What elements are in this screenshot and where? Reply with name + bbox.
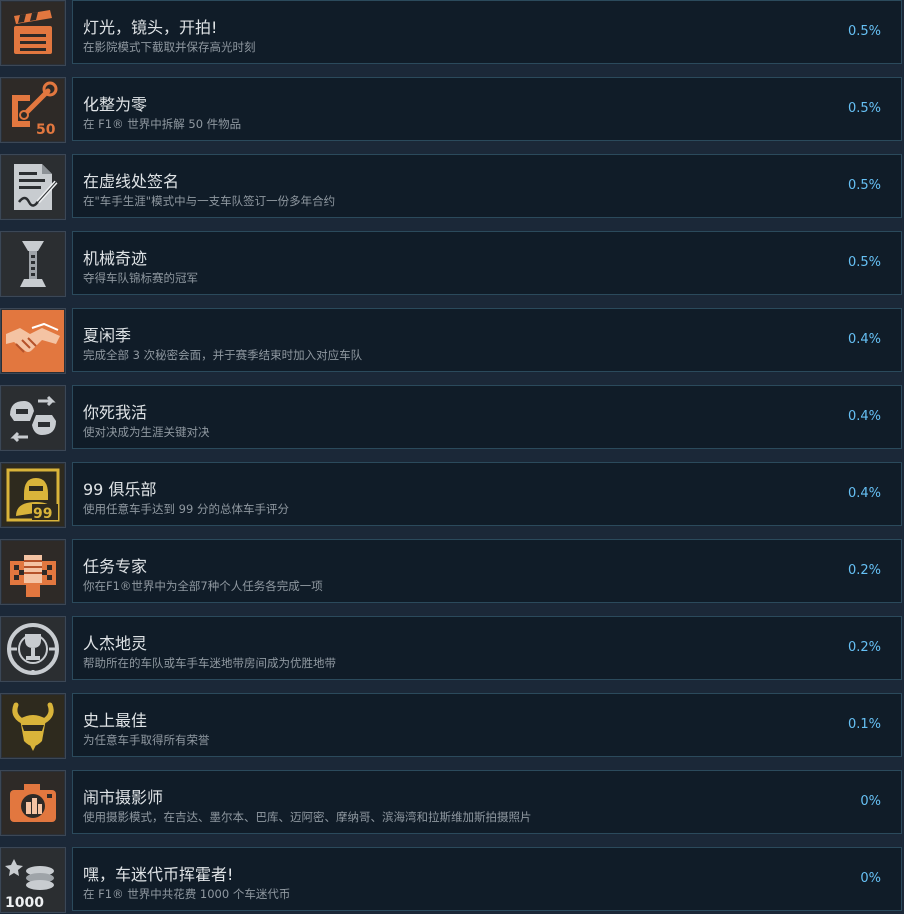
- achievement-row: 在虚线处签名 在"车手生涯"模式中与一支车队签订一份多年合约 0.5%: [0, 154, 904, 220]
- fist-flag-icon: [0, 539, 66, 605]
- achievement-description: 完成全部 3 次秘密会面，并于赛季结束时加入对应车队: [83, 348, 363, 362]
- achievement-panel: 机械奇迹 夺得车队锦标赛的冠军 0.5%: [72, 231, 902, 295]
- helmets-duel-icon: [0, 385, 66, 451]
- achievement-title: 机械奇迹: [83, 249, 148, 268]
- achievement-description: 在"车手生涯"模式中与一支车队签订一份多年合约: [83, 194, 336, 208]
- achievement-row: 任务专家 你在F1®世界中为全部7种个人任务各完成一项 0.2%: [0, 539, 904, 605]
- achievement-title: 任务专家: [83, 557, 148, 576]
- achievement-panel: 在虚线处签名 在"车手生涯"模式中与一支车队签订一份多年合约 0.5%: [72, 154, 902, 218]
- driver-99-icon: 99: [0, 462, 66, 528]
- achievement-row: 闹市摄影师 使用摄影模式，在吉达、墨尔本、巴库、迈阿密、摩纳哥、滨海湾和拉斯维加…: [0, 770, 904, 836]
- achievement-panel: 嘿，车迷代币挥霍者! 在 F1® 世界中共花费 1000 个车迷代币 0%: [72, 847, 902, 911]
- svg-text:50: 50: [36, 122, 56, 138]
- achievement-unlock-percent: 0.1%: [847, 717, 881, 732]
- handshake-icon: [0, 308, 66, 374]
- achievement-description: 在 F1® 世界中拆解 50 件物品: [83, 117, 242, 131]
- achievement-description: 你在F1®世界中为全部7种个人任务各完成一项: [83, 579, 323, 593]
- wrench-50-icon: 50: [0, 77, 66, 143]
- achievement-row: 你死我活 使对决成为生涯关键对决 0.4%: [0, 385, 904, 451]
- achievement-panel: 人杰地灵 帮助所在的车队或车手车迷地带房间成为优胜地带 0.2%: [72, 616, 902, 680]
- achievement-title: 在虚线处签名: [83, 172, 180, 191]
- achievement-unlock-percent: 0.5%: [847, 24, 881, 39]
- achievement-panel: 夏闲季 完成全部 3 次秘密会面，并于赛季结束时加入对应车队 0.4%: [72, 308, 902, 372]
- camera-city-icon: [0, 770, 66, 836]
- achievement-row: 史上最佳 为任意车手取得所有荣誉 0.1%: [0, 693, 904, 759]
- achievement-row: 99 99 俱乐部 使用任意车手达到 99 分的总体车手评分 0.4%: [0, 462, 904, 528]
- achievement-unlock-percent: 0.2%: [847, 563, 881, 578]
- achievement-panel: 化整为零 在 F1® 世界中拆解 50 件物品 0.5%: [72, 77, 902, 141]
- achievement-row: 人杰地灵 帮助所在的车队或车手车迷地带房间成为优胜地带 0.2%: [0, 616, 904, 682]
- achievement-title: 灯光，镜头，开拍!: [83, 18, 218, 37]
- achievement-description: 帮助所在的车队或车手车迷地带房间成为优胜地带: [83, 656, 336, 670]
- achievement-description: 在 F1® 世界中共花费 1000 个车迷代币: [83, 887, 291, 901]
- achievement-description: 为任意车手取得所有荣誉: [83, 733, 210, 747]
- achievement-panel: 99 俱乐部 使用任意车手达到 99 分的总体车手评分 0.4%: [72, 462, 902, 526]
- achievement-title: 人杰地灵: [83, 634, 148, 653]
- contract-sign-icon: [0, 154, 66, 220]
- achievement-unlock-percent: 0.4%: [847, 332, 881, 347]
- achievement-description: 在影院模式下截取并保存高光时刻: [83, 40, 256, 54]
- achievement-title: 闹市摄影师: [83, 788, 164, 807]
- achievement-title: 你死我活: [83, 403, 148, 422]
- achievement-unlock-percent: 0%: [860, 871, 881, 886]
- goat-icon: [0, 693, 66, 759]
- achievement-description: 使对决成为生涯关键对决: [83, 425, 210, 439]
- trophy-spine-icon: [0, 231, 66, 297]
- achievement-unlock-percent: 0.5%: [847, 178, 881, 193]
- achievement-title: 99 俱乐部: [83, 480, 157, 499]
- achievement-description: 使用摄影模式，在吉达、墨尔本、巴库、迈阿密、摩纳哥、滨海湾和拉斯维加斯拍摄照片: [83, 810, 532, 824]
- achievement-panel: 灯光，镜头，开拍! 在影院模式下截取并保存高光时刻 0.5%: [72, 0, 902, 64]
- achievement-row: 夏闲季 完成全部 3 次秘密会面，并于赛季结束时加入对应车队 0.4%: [0, 308, 904, 374]
- achievement-row: 机械奇迹 夺得车队锦标赛的冠军 0.5%: [0, 231, 904, 297]
- achievement-row: 50 化整为零 在 F1® 世界中拆解 50 件物品 0.5%: [0, 77, 904, 143]
- achievement-panel: 你死我活 使对决成为生涯关键对决 0.4%: [72, 385, 902, 449]
- svg-text:1000: 1000: [5, 895, 44, 911]
- achievement-title: 嘿，车迷代币挥霍者!: [83, 865, 234, 884]
- coins-1000-icon: 1000: [0, 847, 66, 913]
- achievement-title: 史上最佳: [83, 711, 148, 730]
- achievement-unlock-percent: 0.4%: [847, 486, 881, 501]
- achievement-panel: 任务专家 你在F1®世界中为全部7种个人任务各完成一项 0.2%: [72, 539, 902, 603]
- achievement-title: 夏闲季: [83, 326, 132, 345]
- achievement-unlock-percent: 0.5%: [847, 255, 881, 270]
- achievement-description: 使用任意车手达到 99 分的总体车手评分: [83, 502, 289, 516]
- achievement-panel: 史上最佳 为任意车手取得所有荣誉 0.1%: [72, 693, 902, 757]
- achievement-unlock-percent: 0.4%: [847, 409, 881, 424]
- achievement-row: 灯光，镜头，开拍! 在影院模式下截取并保存高光时刻 0.5%: [0, 0, 904, 66]
- clapperboard-icon: [0, 0, 66, 66]
- achievement-panel: 闹市摄影师 使用摄影模式，在吉达、墨尔本、巴库、迈阿密、摩纳哥、滨海湾和拉斯维加…: [72, 770, 902, 834]
- achievement-title: 化整为零: [83, 95, 148, 114]
- trophy-target-icon: [0, 616, 66, 682]
- achievement-unlock-percent: 0.2%: [847, 640, 881, 655]
- achievement-description: 夺得车队锦标赛的冠军: [83, 271, 198, 285]
- achievement-unlock-percent: 0.5%: [847, 101, 881, 116]
- achievement-unlock-percent: 0%: [860, 794, 881, 809]
- achievement-row: 1000 嘿，车迷代币挥霍者! 在 F1® 世界中共花费 1000 个车迷代币 …: [0, 847, 904, 913]
- svg-text:99: 99: [33, 506, 52, 522]
